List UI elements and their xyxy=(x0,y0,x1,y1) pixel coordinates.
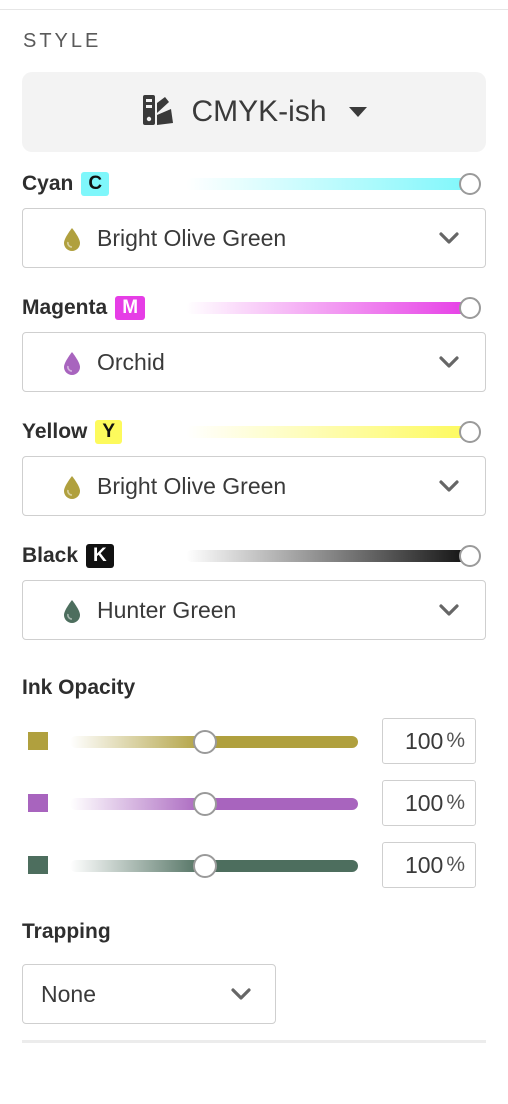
section-title: STYLE xyxy=(23,30,102,52)
channel-name: Cyan xyxy=(22,172,74,195)
ink-select-cyan[interactable]: Bright Olive Green xyxy=(22,208,486,268)
chevron-down-icon xyxy=(231,987,251,1006)
ink-color-swatch xyxy=(28,794,48,812)
ink-drop-icon xyxy=(63,475,81,504)
ink-opacity-title: Ink Opacity xyxy=(22,676,136,699)
opacity-unit: % xyxy=(446,791,465,814)
opacity-input[interactable]: 100% xyxy=(382,842,476,888)
channel-label-black: Black K xyxy=(22,544,114,568)
channel-badge: C xyxy=(81,172,110,196)
ink-select-yellow[interactable]: Bright Olive Green xyxy=(22,456,486,516)
channel-slider-handle[interactable] xyxy=(459,173,481,195)
channel-label-cyan: Cyan C xyxy=(22,172,110,196)
channel-name: Black xyxy=(22,544,79,567)
channel-slider-handle[interactable] xyxy=(459,297,481,319)
opacity-slider-handle[interactable] xyxy=(193,792,218,816)
swatchbook-icon xyxy=(141,93,175,132)
top-divider xyxy=(0,9,508,10)
ink-drop-icon xyxy=(63,599,81,628)
opacity-value: 100 xyxy=(404,789,444,816)
channel-label-yellow: Yellow Y xyxy=(22,420,123,444)
opacity-slider-handle[interactable] xyxy=(193,730,218,754)
ink-select-magenta[interactable]: Orchid xyxy=(22,332,486,392)
ink-drop-icon xyxy=(63,351,81,380)
opacity-unit: % xyxy=(446,853,465,876)
channel-label-magenta: Magenta M xyxy=(22,296,146,320)
channel-badge: M xyxy=(115,296,146,320)
channel-slider-track[interactable] xyxy=(186,426,470,438)
caret-down-icon xyxy=(348,107,367,117)
trapping-value: None xyxy=(41,981,96,1007)
channel-slider-track[interactable] xyxy=(186,178,470,190)
bottom-divider xyxy=(22,1040,486,1043)
opacity-value: 100 xyxy=(404,727,444,754)
opacity-input[interactable]: 100% xyxy=(382,780,476,826)
ink-name: Orchid xyxy=(97,349,165,375)
trapping-select[interactable]: None xyxy=(22,964,276,1024)
ink-drop-icon xyxy=(63,227,81,256)
channel-name: Yellow xyxy=(22,420,88,443)
ink-select-black[interactable]: Hunter Green xyxy=(22,580,486,640)
trapping-title: Trapping xyxy=(22,920,111,943)
channel-badge: K xyxy=(86,544,114,568)
ink-color-swatch xyxy=(28,732,48,750)
channel-badge: Y xyxy=(95,420,123,444)
ink-color-swatch xyxy=(28,856,48,874)
style-select-label: CMYK-ish xyxy=(191,95,327,128)
channel-slider-handle[interactable] xyxy=(459,421,481,443)
opacity-slider-handle[interactable] xyxy=(193,854,218,878)
channel-name: Magenta xyxy=(22,296,108,319)
ink-name: Hunter Green xyxy=(97,597,237,623)
opacity-input[interactable]: 100% xyxy=(382,718,476,764)
channel-slider-handle[interactable] xyxy=(459,545,481,567)
chevron-down-icon xyxy=(439,231,459,250)
ink-name: Bright Olive Green xyxy=(97,225,287,251)
chevron-down-icon xyxy=(439,355,459,374)
chevron-down-icon xyxy=(439,603,459,622)
ink-name: Bright Olive Green xyxy=(97,473,287,499)
chevron-down-icon xyxy=(439,479,459,498)
opacity-unit: % xyxy=(446,729,465,752)
opacity-value: 100 xyxy=(404,851,444,878)
style-select-button[interactable]: CMYK-ish xyxy=(22,72,486,152)
channel-slider-track[interactable] xyxy=(186,302,470,314)
channel-slider-track[interactable] xyxy=(186,550,470,562)
